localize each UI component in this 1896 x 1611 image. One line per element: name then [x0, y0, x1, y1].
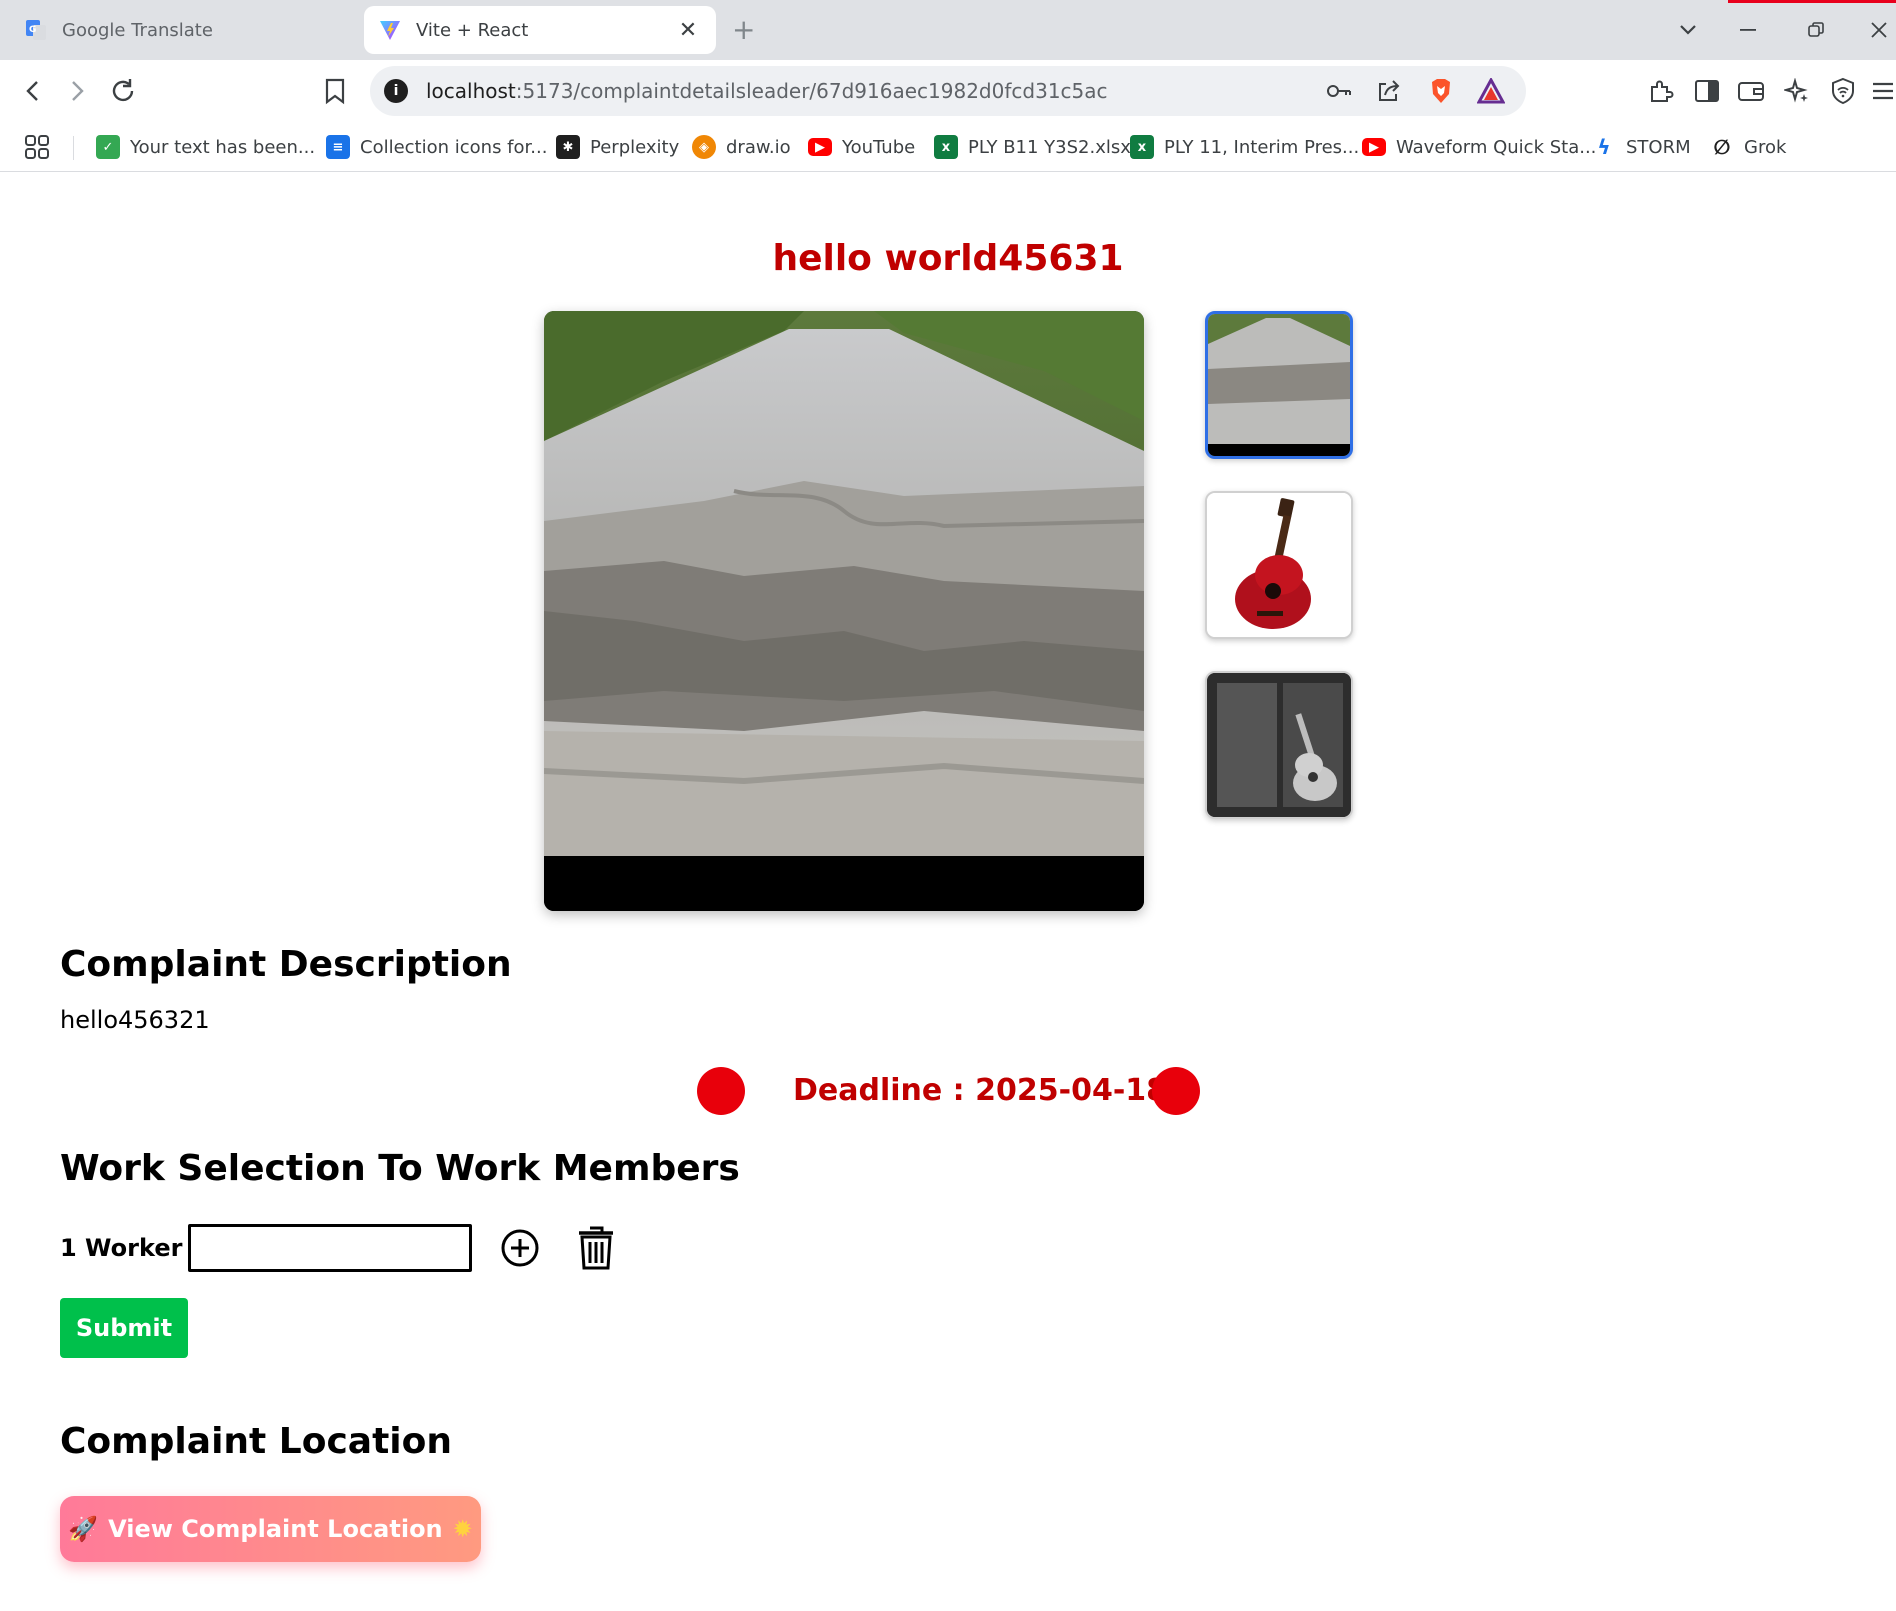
- thumbnail-red-guitar[interactable]: [1205, 491, 1353, 639]
- bookmark-label: STORM: [1626, 136, 1691, 158]
- sun-icon: ✹: [452, 1515, 473, 1543]
- view-location-button[interactable]: 🚀 View Complaint Location ✹: [60, 1496, 481, 1562]
- new-tab-icon[interactable]: +: [732, 14, 755, 46]
- add-worker-icon[interactable]: [498, 1226, 542, 1270]
- work-selection-heading: Work Selection To Work Members: [60, 1148, 740, 1189]
- url-text: localhost:5173/complaintdetailsleader/67…: [426, 79, 1108, 103]
- tab-google-translate[interactable]: G Google Translate: [10, 6, 350, 54]
- tab-title: Vite + React: [416, 19, 529, 41]
- bookmark-item[interactable]: ✓ Your text has been...: [96, 132, 315, 162]
- sidebar-icon[interactable]: [1692, 76, 1722, 106]
- close-tab-icon[interactable]: ✕: [674, 16, 702, 44]
- trash-icon[interactable]: [572, 1222, 620, 1274]
- tab-title: Google Translate: [62, 19, 213, 41]
- bookmark-label: PLY B11 Y3S2.xlsx: [968, 136, 1131, 158]
- main-complaint-image: [544, 311, 1144, 911]
- bookmark-item[interactable]: x PLY B11 Y3S2.xlsx: [934, 132, 1131, 162]
- description-heading: Complaint Description: [60, 944, 512, 985]
- complaint-title: hello world45631: [772, 238, 1124, 279]
- bookmark-item[interactable]: ≡ Collection icons for...: [326, 132, 547, 162]
- bookmark-item[interactable]: ▶ YouTube: [808, 132, 915, 162]
- thumbnail-road[interactable]: [1205, 311, 1353, 459]
- bookmark-label: Waveform Quick Sta...: [1396, 136, 1597, 158]
- bookmark-item[interactable]: ϟ STORM: [1592, 132, 1691, 162]
- vite-icon: [378, 18, 402, 42]
- password-key-icon[interactable]: [1324, 76, 1354, 106]
- menu-icon[interactable]: [1870, 76, 1896, 106]
- youtube-icon: ▶: [1362, 138, 1386, 156]
- bookmark-label: draw.io: [726, 136, 791, 158]
- apps-grid-icon[interactable]: [24, 132, 50, 162]
- bookmarks-bar: ✓ Your text has been... ≡ Collection ico…: [0, 122, 1896, 172]
- reload-icon[interactable]: [106, 74, 140, 108]
- recording-indicator: [1728, 0, 1896, 3]
- status-dot-right: [1152, 1067, 1200, 1115]
- deadline-text: Deadline : 2025-04-18: [793, 1073, 1168, 1108]
- bookmark-item[interactable]: ▶ Waveform Quick Sta...: [1362, 132, 1596, 162]
- grok-icon: ∅: [1713, 135, 1731, 159]
- youtube-icon: ▶: [808, 138, 832, 156]
- brave-shields-icon[interactable]: [1426, 76, 1456, 106]
- site-info-icon[interactable]: i: [384, 79, 408, 103]
- bookmark-page-icon[interactable]: [318, 74, 352, 108]
- minimize-icon[interactable]: [1730, 14, 1766, 46]
- svg-text:G: G: [29, 25, 36, 35]
- location-heading: Complaint Location: [60, 1421, 452, 1462]
- submit-button[interactable]: Submit: [60, 1298, 188, 1358]
- complaint-details-page: hello world45631 Complaint Description h…: [0, 172, 1896, 1611]
- bookmark-label: YouTube: [842, 136, 916, 158]
- bookmark-item[interactable]: ∅ Grok: [1710, 132, 1786, 162]
- worker-input[interactable]: [188, 1224, 472, 1272]
- extensions-icon[interactable]: [1646, 76, 1676, 106]
- lightning-icon: ϟ: [1597, 135, 1611, 159]
- url-path: :5173/complaintdetailsleader/67d916aec19…: [515, 79, 1108, 103]
- bookmark-item[interactable]: ◈ draw.io: [692, 132, 791, 162]
- bookmark-label: PLY 11, Interim Pres...: [1164, 136, 1360, 158]
- perplexity-icon: ✱: [556, 135, 580, 159]
- bookmark-label: Your text has been...: [130, 136, 316, 158]
- vpn-shield-icon[interactable]: [1828, 76, 1858, 106]
- address-bar[interactable]: i localhost:5173/complaintdetailsleader/…: [370, 66, 1526, 116]
- bookmark-label: Collection icons for...: [360, 136, 548, 158]
- worker-row: 1 Worker: [60, 1222, 660, 1272]
- leo-ai-icon[interactable]: [1782, 76, 1812, 106]
- bookmark-label: Grok: [1744, 136, 1787, 158]
- forward-icon[interactable]: [60, 74, 94, 108]
- road-damage-thumbnail: [1208, 314, 1350, 456]
- tab-search-chevron-icon[interactable]: [1672, 14, 1704, 46]
- status-dot-left: [697, 1067, 745, 1115]
- wallet-icon[interactable]: [1736, 76, 1766, 106]
- share-icon[interactable]: [1374, 76, 1404, 106]
- brave-rewards-icon[interactable]: [1476, 76, 1506, 106]
- excel-icon: x: [1130, 135, 1154, 159]
- tab-vite-react[interactable]: Vite + React ✕: [364, 6, 716, 54]
- excel-icon: x: [934, 135, 958, 159]
- browser-toolbar: i localhost:5173/complaintdetailsleader/…: [0, 60, 1896, 122]
- red-guitar-thumbnail: [1207, 493, 1351, 637]
- view-location-label: View Complaint Location: [108, 1515, 443, 1543]
- acoustic-guitar-bw-thumbnail: [1207, 673, 1351, 817]
- document-icon: ≡: [326, 135, 350, 159]
- complaint-description: hello456321: [60, 1006, 210, 1034]
- back-icon[interactable]: [16, 74, 50, 108]
- restore-icon[interactable]: [1798, 14, 1834, 46]
- worker-label: 1 Worker: [60, 1234, 183, 1262]
- thumbnail-acoustic-guitar[interactable]: [1205, 671, 1353, 819]
- tab-bar: G Google Translate Vite + React ✕ +: [0, 0, 1896, 60]
- close-window-icon[interactable]: [1862, 14, 1896, 46]
- checkbox-icon: ✓: [96, 135, 120, 159]
- rocket-icon: 🚀: [68, 1515, 99, 1543]
- bookmark-item[interactable]: ✱ Perplexity: [556, 132, 679, 162]
- road-damage-image: [544, 311, 1144, 911]
- bookmarks-divider: [73, 136, 74, 160]
- url-host: localhost: [426, 79, 516, 103]
- bookmark-item[interactable]: x PLY 11, Interim Pres...: [1130, 132, 1359, 162]
- google-translate-icon: G: [24, 18, 48, 42]
- bookmark-label: Perplexity: [590, 136, 680, 158]
- deadline-row: Deadline : 2025-04-18: [0, 1066, 1896, 1116]
- drawio-icon: ◈: [692, 135, 716, 159]
